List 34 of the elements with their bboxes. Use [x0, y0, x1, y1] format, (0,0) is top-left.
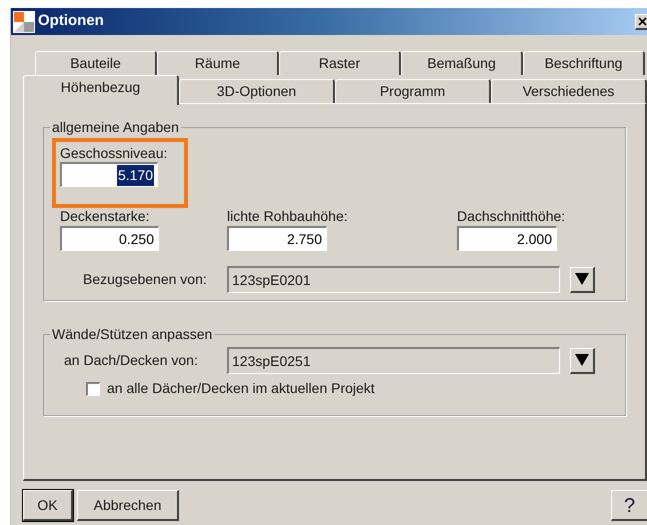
close-button[interactable]: [635, 14, 647, 30]
number-field[interactable]: 5.170: [60, 162, 158, 187]
tab[interactable]: Raster: [279, 51, 401, 75]
field-label: Dachschnitthöhe:: [457, 207, 566, 226]
close-icon: [638, 16, 647, 26]
tab[interactable]: Bemaßung: [401, 51, 523, 75]
app-logo-icon: [13, 10, 35, 32]
reference-field[interactable]: 123spE0201: [227, 266, 560, 293]
window-title: Optionen: [38, 11, 104, 32]
number-field[interactable]: 2.000: [457, 226, 557, 251]
reference-field[interactable]: 123spE0251: [227, 347, 560, 374]
reference-label: an Dach/Decken von:: [64, 351, 199, 370]
dialog-button[interactable]: OK: [23, 490, 73, 521]
checkbox-label: an alle Dächer/Decken im aktuellen Projekt: [107, 379, 375, 398]
dropdown-button[interactable]: [570, 266, 595, 292]
down-triangle-icon: [575, 354, 589, 366]
field-label: lichte Rohbauhöhe:: [227, 207, 349, 226]
field-label: Deckenstarke:: [60, 207, 150, 226]
tab[interactable]: Räume: [157, 51, 279, 75]
tab[interactable]: Höhenbezug: [23, 75, 179, 105]
tab[interactable]: 3D-Optionen: [179, 79, 335, 103]
field-label: Geschossniveau:: [60, 144, 168, 162]
checkbox[interactable]: [86, 382, 100, 396]
help-button[interactable]: ?: [611, 490, 647, 521]
tab[interactable]: Bauteile: [35, 51, 157, 75]
number-field[interactable]: 2.750: [227, 226, 327, 251]
dropdown-button[interactable]: [570, 348, 595, 374]
tab[interactable]: Beschriftung: [523, 51, 645, 75]
dialog-button[interactable]: Abbrechen: [77, 490, 179, 521]
down-triangle-icon: [575, 273, 589, 285]
number-field[interactable]: 0.250: [60, 226, 159, 251]
tab[interactable]: Verschiedenes: [491, 79, 647, 103]
reference-label: Bezugsebenen von:: [83, 270, 208, 289]
tab[interactable]: Programm: [335, 79, 491, 103]
